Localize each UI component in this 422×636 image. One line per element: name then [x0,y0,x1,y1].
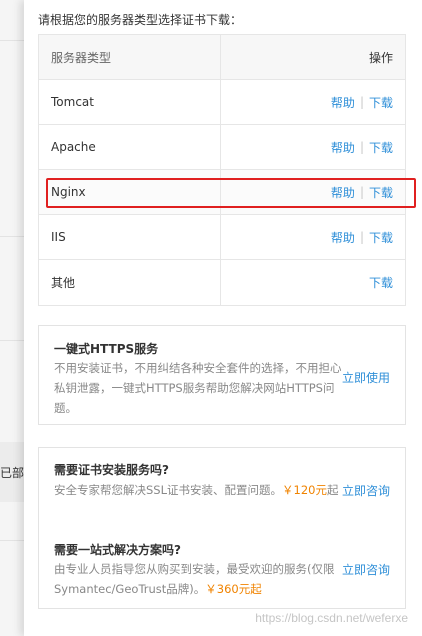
install-service-desc-text: 安全专家帮您解决SSL证书安装、配置问题。 [54,483,283,497]
row-actions: 帮助 | 下载 [221,139,405,156]
solution-service-price: ￥360元起 [205,582,262,596]
solution-service-title: 需要一站式解决方案吗? [54,543,181,557]
action-separator: | [359,185,364,199]
install-service-price: ￥120元 [282,483,327,497]
certificate-download-panel: 请根据您的服务器类型选择证书下载： 服务器类型 操作 Tomcat 帮助 | 下… [24,0,422,636]
install-service-title: 需要证书安装服务吗? [54,463,169,477]
install-service-desc-tail: 起 [326,483,339,497]
table-row-apache: Apache 帮助 | 下载 [39,125,405,170]
table-row-iis: IIS 帮助 | 下载 [39,215,405,260]
iis-download-link[interactable]: 下载 [369,229,393,246]
download-instruction: 请根据您的服务器类型选择证书下载： [38,13,243,27]
tomcat-help-link[interactable]: 帮助 [331,94,355,111]
row-actions: 下载 [221,274,405,291]
consult-install-link[interactable]: 立即咨询 [342,482,390,499]
server-type-name: Tomcat [39,80,221,124]
apache-help-link[interactable]: 帮助 [331,139,355,156]
table-header: 服务器类型 操作 [39,35,405,80]
csdn-watermark: https://blog.csdn.net/weferxe [255,611,408,625]
solution-service-desc-text: 由专业人员指导您从购买到安装，最受欢迎的服务(仅限Symantec/GeoTru… [54,562,335,596]
background-page: 已部署 [0,0,24,636]
nginx-help-link[interactable]: 帮助 [331,184,355,201]
server-type-name: Apache [39,125,221,169]
apache-download-link[interactable]: 下载 [369,139,393,156]
table-row-nginx: Nginx 帮助 | 下载 [39,170,405,215]
table-row-other: 其他 下载 [39,260,405,305]
https-service-description: 不用安装证书，不用纠结各种安全套件的选择，不用担心私钥泄露，一键式HTTPS服务… [54,361,342,415]
row-actions: 帮助 | 下载 [221,94,405,111]
background-page-text: 已部署 [0,466,24,480]
install-service-card: 需要证书安装服务吗? 安全专家帮您解决SSL证书安装、配置问题。￥120元起 立… [38,447,406,609]
tomcat-download-link[interactable]: 下载 [369,94,393,111]
solution-service-description: 由专业人员指导您从购买到安装，最受欢迎的服务(仅限Symantec/GeoTru… [54,559,344,599]
nginx-download-link[interactable]: 下载 [369,184,393,201]
https-service-card: 一键式HTTPS服务 不用安装证书，不用纠结各种安全套件的选择，不用担心私钥泄露… [38,325,406,425]
row-actions: 帮助 | 下载 [221,229,405,246]
server-type-name: IIS [39,215,221,259]
install-service-description: 安全专家帮您解决SSL证书安装、配置问题。￥120元起 [54,480,344,500]
use-now-link[interactable]: 立即使用 [342,369,390,386]
action-separator: | [359,95,364,109]
consult-solution-link[interactable]: 立即咨询 [342,561,390,578]
row-actions: 帮助 | 下载 [221,184,405,201]
https-service-title: 一键式HTTPS服务 [54,342,159,356]
server-type-table: 服务器类型 操作 Tomcat 帮助 | 下载 Apache 帮助 | 下载 N… [38,34,406,306]
action-separator: | [359,230,364,244]
header-server-type: 服务器类型 [39,35,221,79]
iis-help-link[interactable]: 帮助 [331,229,355,246]
table-row-tomcat: Tomcat 帮助 | 下载 [39,80,405,125]
action-separator: | [359,140,364,154]
other-download-link[interactable]: 下载 [369,274,393,291]
header-operations: 操作 [368,50,393,65]
server-type-name: 其他 [39,260,221,305]
server-type-name: Nginx [39,170,221,214]
